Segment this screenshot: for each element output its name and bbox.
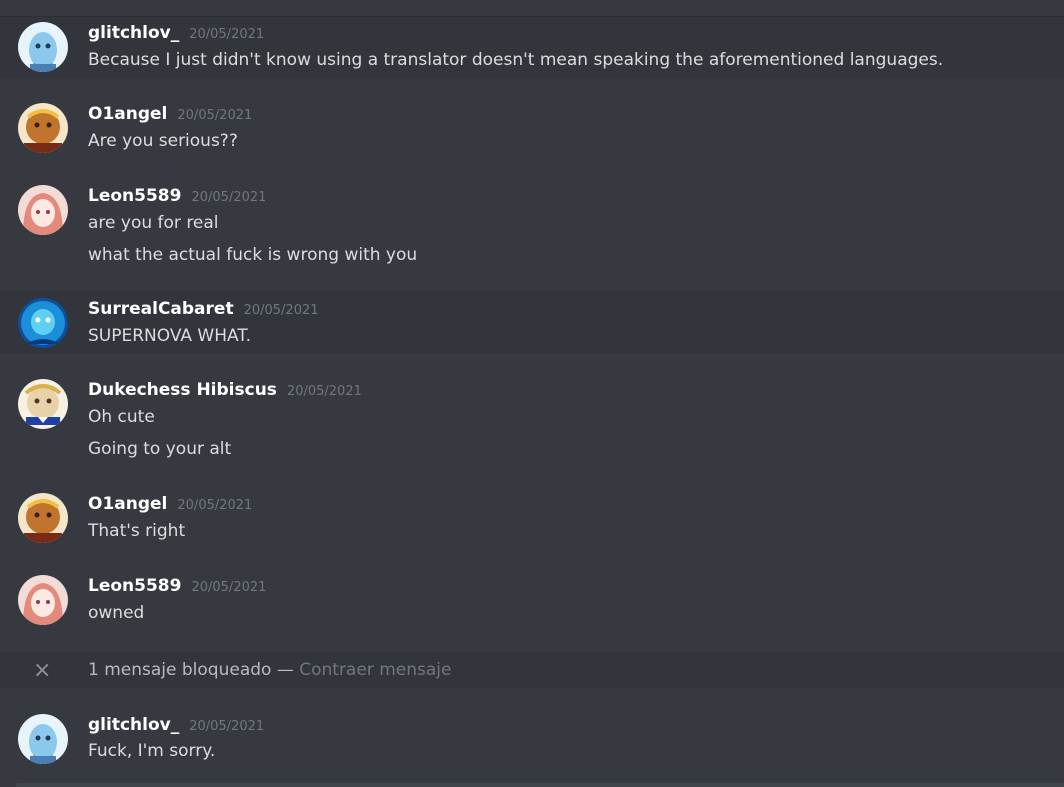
collapse-message-link[interactable]: Contraer mensaje bbox=[299, 660, 451, 680]
username[interactable]: glitchlov_ 20/05/2021 bbox=[88, 715, 264, 735]
username[interactable]: O1angel 20/05/2021 bbox=[88, 104, 252, 124]
chat-message-list[interactable]: glitchlov_ 20/05/2021 Because I just didn… bbox=[0, 0, 1064, 787]
blue-character-avatar-icon[interactable] bbox=[18, 298, 68, 348]
blocked-count-label: 1 mensaje bloqueado — bbox=[88, 660, 300, 680]
username[interactable]: O1angel 20/05/2021 bbox=[88, 494, 252, 514]
sailor-cookie-avatar-icon[interactable] bbox=[18, 379, 68, 429]
message-text: what the actual fuck is wrong with you bbox=[88, 245, 418, 265]
timestamp: 20/05/2021 bbox=[191, 580, 267, 595]
username-label[interactable]: Dukechess Hibiscus bbox=[88, 380, 277, 400]
anime-girl-avatar-icon[interactable] bbox=[18, 185, 68, 235]
top-divider bbox=[0, 0, 1064, 17]
message-text: owned bbox=[88, 603, 145, 623]
message-text: That's right bbox=[88, 521, 186, 541]
message-group[interactable]: Leon5589 20/05/2021 are you for real what… bbox=[0, 180, 1064, 274]
username-label[interactable]: glitchlov_ bbox=[88, 715, 179, 735]
username[interactable]: Leon5589 20/05/2021 bbox=[88, 186, 266, 206]
username[interactable]: glitchlov_ 20/05/2021 bbox=[88, 23, 264, 43]
message-group[interactable]: Dukechess Hibiscus 20/05/2021 Oh cute Goi… bbox=[0, 374, 1064, 468]
blocked-message-row[interactable]: × 1 mensaje bloqueado — Contraer mensaje bbox=[0, 652, 1064, 688]
cookie-avatar-icon[interactable] bbox=[18, 103, 68, 153]
username-label[interactable]: O1angel bbox=[88, 104, 167, 124]
username[interactable]: Leon5589 20/05/2021 bbox=[88, 576, 266, 596]
message-group[interactable]: O1angel 20/05/2021 That's right bbox=[0, 488, 1064, 554]
timestamp: 20/05/2021 bbox=[177, 108, 253, 123]
message-text: Going to your alt bbox=[88, 439, 232, 459]
username[interactable]: Dukechess Hibiscus 20/05/2021 bbox=[88, 380, 362, 400]
timestamp: 20/05/2021 bbox=[189, 27, 265, 42]
username-label[interactable]: Leon5589 bbox=[88, 576, 181, 596]
ghost-avatar-icon[interactable] bbox=[18, 22, 68, 72]
message-text: SUPERNOVA WHAT. bbox=[88, 326, 252, 346]
message-text: Oh cute bbox=[88, 407, 155, 427]
message-text: Are you serious?? bbox=[88, 131, 238, 151]
message-group[interactable]: O1angel 20/05/2021 Are you serious?? bbox=[0, 98, 1064, 164]
ghost-avatar-icon[interactable] bbox=[18, 714, 68, 764]
username-label[interactable]: SurrealCabaret bbox=[88, 299, 234, 319]
anime-girl-avatar-icon[interactable] bbox=[18, 575, 68, 625]
username-label[interactable]: Leon5589 bbox=[88, 186, 181, 206]
message-group[interactable]: glitchlov_ 20/05/2021 Because I just didn… bbox=[0, 17, 1064, 78]
message-group[interactable]: SurrealCabaret 20/05/2021 SUPERNOVA WHAT. bbox=[0, 291, 1064, 353]
close-icon[interactable]: × bbox=[33, 658, 51, 683]
message-group[interactable]: glitchlov_ 20/05/2021 Fuck, I'm sorry. bbox=[0, 710, 1064, 780]
message-text: Fuck, I'm sorry. bbox=[88, 741, 216, 761]
username-label[interactable]: glitchlov_ bbox=[88, 23, 179, 43]
timestamp: 20/05/2021 bbox=[243, 303, 319, 318]
timestamp: 20/05/2021 bbox=[286, 384, 362, 399]
username-label[interactable]: O1angel bbox=[88, 494, 167, 514]
message-group[interactable]: Leon5589 20/05/2021 owned bbox=[0, 570, 1064, 636]
message-text: Because I just didn't know using a trans… bbox=[88, 50, 944, 70]
message-input-edge[interactable] bbox=[16, 783, 1064, 787]
timestamp: 20/05/2021 bbox=[191, 190, 267, 205]
blocked-message-text: 1 mensaje bloqueado — Contraer mensaje bbox=[88, 660, 451, 680]
username[interactable]: SurrealCabaret 20/05/2021 bbox=[88, 299, 319, 319]
cookie-avatar-icon[interactable] bbox=[18, 493, 68, 543]
message-text: are you for real bbox=[88, 213, 219, 233]
timestamp: 20/05/2021 bbox=[189, 719, 265, 734]
timestamp: 20/05/2021 bbox=[177, 498, 253, 513]
